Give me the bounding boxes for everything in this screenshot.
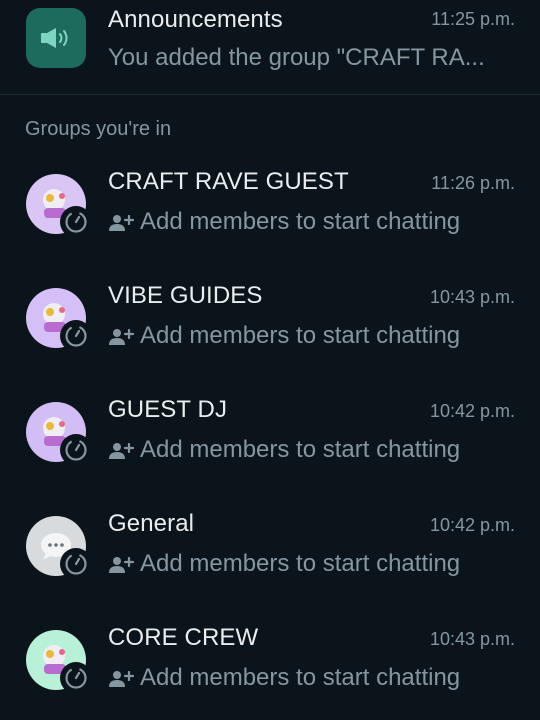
group-preview: Add members to start chatting — [108, 664, 460, 692]
community-badge-icon — [60, 662, 92, 694]
group-name: CORE CREW — [108, 624, 259, 651]
divider — [0, 94, 540, 95]
group-avatar — [26, 174, 92, 238]
group-name: GUEST DJ — [108, 396, 228, 423]
group-avatar — [26, 288, 92, 352]
group-time: 11:26 p.m. — [431, 173, 515, 193]
announcements-row[interactable]: Announcements 11:25 p.m. You added the g… — [0, 0, 540, 96]
add-member-icon — [108, 668, 135, 688]
add-member-icon — [108, 440, 135, 460]
group-time: 10:42 p.m. — [429, 401, 515, 421]
group-row[interactable]: CRAFT RAVE GUEST 11:26 p.m. Add members to… — [0, 168, 540, 264]
group-row[interactable]: VIBE GUIDES 10:43 p.m. Add members to star… — [0, 282, 540, 378]
group-preview-text: Add members to start chatting — [140, 208, 461, 235]
group-preview-text: Add members to start chatting — [140, 664, 461, 691]
community-badge-icon — [60, 548, 92, 580]
group-preview-text: Add members to start chatting — [140, 436, 461, 463]
section-label: Groups you're in — [25, 118, 172, 140]
add-member-icon — [108, 212, 135, 232]
group-name: CRAFT RAVE GUEST — [108, 168, 349, 195]
community-badge-icon — [60, 320, 92, 352]
group-preview: Add members to start chatting — [108, 208, 460, 236]
group-row[interactable]: General 10:42 p.m. Add members to start ch… — [0, 510, 540, 606]
megaphone-icon — [41, 28, 68, 48]
group-avatar — [26, 630, 92, 694]
group-time: 10:43 p.m. — [429, 629, 515, 649]
announcements-name: Announcements — [108, 6, 283, 33]
add-member-icon — [108, 554, 135, 574]
group-name: General — [108, 510, 195, 537]
community-badge-icon — [60, 206, 92, 238]
group-time: 10:42 p.m. — [429, 515, 515, 535]
group-preview: Add members to start chatting — [108, 436, 460, 464]
group-preview-text: Add members to start chatting — [140, 322, 461, 349]
group-avatar — [26, 402, 92, 466]
group-preview: Add members to start chatting — [108, 550, 460, 578]
group-preview: Add members to start chatting — [108, 322, 460, 350]
group-preview-text: Add members to start chatting — [140, 550, 461, 577]
announcements-time: 11:25 p.m. — [431, 9, 515, 29]
group-name: VIBE GUIDES — [108, 282, 263, 309]
add-member-icon — [108, 326, 135, 346]
community-badge-icon — [60, 434, 92, 466]
group-time: 10:43 p.m. — [429, 287, 515, 307]
announcements-avatar — [26, 8, 86, 68]
group-row[interactable]: CORE CREW 10:43 p.m. Add members to start … — [0, 624, 540, 720]
announcements-preview: You added the group "CRAFT RA... — [108, 44, 485, 71]
group-avatar — [26, 516, 92, 580]
group-row[interactable]: GUEST DJ 10:42 p.m. Add members to start c… — [0, 396, 540, 492]
